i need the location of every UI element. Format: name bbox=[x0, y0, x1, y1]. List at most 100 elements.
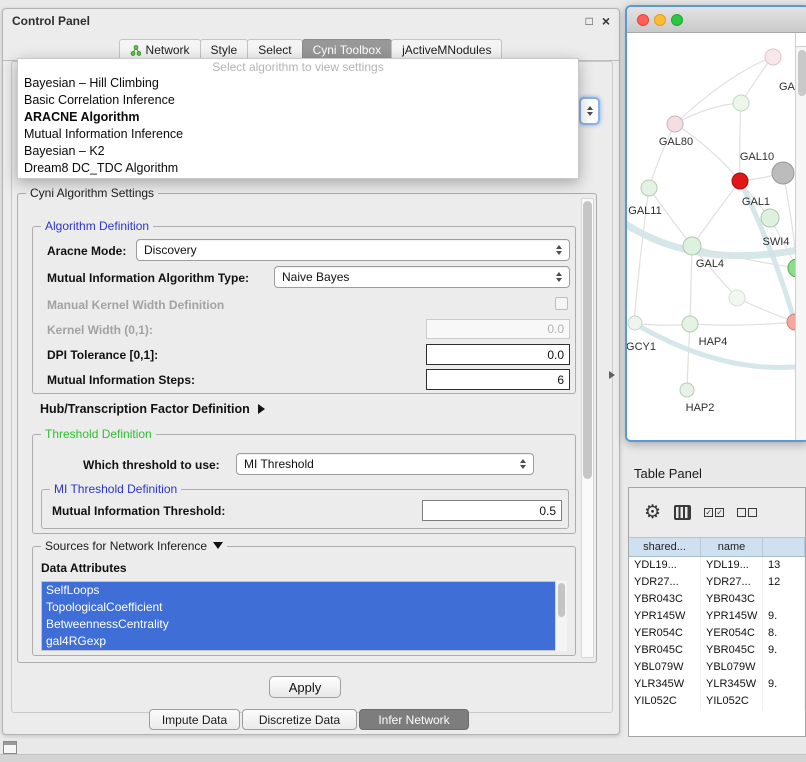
algorithm-option[interactable]: Bayesian – Hill Climbing bbox=[18, 75, 578, 92]
graph-node[interactable] bbox=[683, 237, 701, 255]
manual-kernel-width-checkbox[interactable] bbox=[555, 297, 568, 310]
algorithm-dropdown-placeholder: Select algorithm to view settings bbox=[18, 59, 578, 75]
zoom-traffic-light[interactable] bbox=[671, 14, 683, 26]
table-cell bbox=[763, 659, 805, 676]
which-threshold-label: Which threshold to use: bbox=[83, 458, 220, 472]
table-cell: YBR043C bbox=[701, 591, 763, 608]
algorithm-option[interactable]: Mutual Information Inference bbox=[18, 126, 578, 143]
select-all-columns-icon[interactable] bbox=[704, 508, 724, 517]
mi-algorithm-type-label: Mutual Information Algorithm Type: bbox=[47, 271, 249, 285]
tab-style[interactable]: Style bbox=[200, 39, 249, 60]
table-cell: YIL052C bbox=[701, 693, 763, 710]
graph-node-label: HAP2 bbox=[686, 402, 715, 414]
mi-threshold-field[interactable] bbox=[422, 500, 562, 521]
table-cell: YBL079W bbox=[629, 659, 701, 676]
columns-icon[interactable] bbox=[674, 505, 691, 520]
mi-algorithm-type-combobox[interactable]: Naive Bayes bbox=[274, 266, 570, 288]
settings-scrollbar-thumb[interactable] bbox=[583, 201, 592, 479]
network-view-window: GAL80GAL10GAL11GAL1SWI4GAL4GCY1HAP4HAP2G… bbox=[625, 5, 806, 442]
algorithm-option[interactable]: Dream8 DC_TDC Algorithm bbox=[18, 160, 578, 177]
minimize-traffic-light[interactable] bbox=[654, 14, 666, 26]
graph-node[interactable] bbox=[765, 49, 781, 65]
tab-cyni-toolbox[interactable]: Cyni Toolbox bbox=[302, 39, 392, 60]
float-window-icon[interactable]: □ bbox=[586, 15, 593, 27]
close-window-icon[interactable]: × bbox=[602, 15, 610, 27]
graph-node[interactable] bbox=[680, 383, 694, 397]
column-header-name[interactable]: name bbox=[701, 538, 763, 556]
restore-panel-icon[interactable] bbox=[3, 741, 17, 754]
table-row[interactable]: YDR27...YDR27...12 bbox=[629, 574, 805, 591]
gear-icon[interactable]: ⚙ bbox=[644, 503, 661, 522]
tab-label: jActiveMNodules bbox=[402, 43, 491, 57]
sources-group-toggle[interactable]: Sources for Network Inference bbox=[41, 539, 227, 553]
table-cell: YBL079W bbox=[701, 659, 763, 676]
tab-jactivemnodules[interactable]: jActiveMNodules bbox=[391, 39, 502, 60]
graph-node[interactable] bbox=[641, 180, 657, 196]
dpi-tolerance-field[interactable] bbox=[426, 344, 570, 365]
algorithm-definition-group: Algorithm Definition Aracne Mode: Discov… bbox=[32, 226, 576, 394]
mi-steps-label: Mutual Information Steps: bbox=[47, 373, 195, 387]
hub-section-label: Hub/Transcription Factor Definition bbox=[40, 402, 250, 416]
graph-node[interactable] bbox=[733, 95, 749, 111]
hub-section-toggle[interactable]: Hub/Transcription Factor Definition bbox=[40, 402, 265, 416]
table-cell: 13 bbox=[763, 557, 805, 574]
attribute-item[interactable]: SelfLoops bbox=[42, 582, 566, 599]
algorithm-option[interactable]: Bayesian – K2 bbox=[18, 143, 578, 160]
table-row[interactable]: YER054CYER054C8. bbox=[629, 625, 805, 642]
graph-node[interactable] bbox=[729, 290, 745, 306]
attribute-item[interactable]: BetweennessCentrality bbox=[42, 616, 566, 633]
table-row[interactable]: YPR145WYPR145W9. bbox=[629, 608, 805, 625]
mi-steps-field[interactable] bbox=[426, 369, 570, 390]
table-cell bbox=[763, 693, 805, 710]
kernel-width-field[interactable] bbox=[426, 319, 570, 339]
column-header-shared-name[interactable]: shared... bbox=[629, 538, 701, 556]
data-attributes-list: SelfLoopsTopologicalCoefficientBetweenne… bbox=[41, 581, 567, 651]
table-row[interactable]: YDL19...YDL19...13 bbox=[629, 557, 805, 574]
kernel-width-label: Kernel Width (0,1): bbox=[47, 323, 153, 337]
checked-box-icon bbox=[704, 508, 713, 517]
algorithm-option[interactable]: Basic Correlation Inference bbox=[18, 92, 578, 109]
apply-button[interactable]: Apply bbox=[269, 676, 341, 698]
table-cell: YPR145W bbox=[701, 608, 763, 625]
tab-impute-data[interactable]: Impute Data bbox=[149, 709, 240, 730]
algorithm-option[interactable]: ARACNE Algorithm bbox=[18, 109, 578, 126]
attributes-scrollbar-thumb[interactable] bbox=[558, 583, 565, 617]
table-row[interactable]: YBR043CYBR043C bbox=[629, 591, 805, 608]
algorithm-option-list: Bayesian – Hill ClimbingBasic Correlatio… bbox=[18, 75, 578, 177]
tab-discretize-data[interactable]: Discretize Data bbox=[242, 709, 357, 730]
table-row[interactable]: YBR045CYBR045C9. bbox=[629, 642, 805, 659]
scrollbar-button[interactable] bbox=[796, 33, 806, 47]
tab-select[interactable]: Select bbox=[247, 39, 302, 60]
graph-node[interactable] bbox=[761, 209, 779, 227]
table-row[interactable]: YLR345WYLR345W9. bbox=[629, 676, 805, 693]
network-scrollbar-thumb[interactable] bbox=[798, 50, 806, 96]
graph-node[interactable] bbox=[667, 116, 683, 132]
graph-node[interactable] bbox=[682, 316, 698, 332]
graph-node[interactable] bbox=[732, 173, 748, 189]
splitpane-collapse-arrow[interactable] bbox=[609, 371, 615, 379]
tab-network[interactable]: Network bbox=[119, 39, 201, 60]
graph-node[interactable] bbox=[628, 316, 642, 330]
table-row[interactable]: YBL079WYBL079W bbox=[629, 659, 805, 676]
table-cell: YBR043C bbox=[629, 591, 701, 608]
close-traffic-light[interactable] bbox=[637, 14, 649, 26]
graph-node-label: GCY1 bbox=[627, 341, 656, 353]
which-threshold-combobox[interactable]: MI Threshold bbox=[236, 453, 534, 475]
network-graph: GAL80GAL10GAL11GAL1SWI4GAL4GCY1HAP4HAP2G… bbox=[627, 33, 806, 440]
tab-label: Network bbox=[146, 43, 190, 57]
mi-threshold-group-title: MI Threshold Definition bbox=[50, 482, 181, 496]
graph-node[interactable] bbox=[772, 162, 794, 184]
bottom-tab-label: Discretize Data bbox=[259, 713, 340, 727]
settings-group-title: Cyni Algorithm Settings bbox=[26, 186, 158, 200]
table-cell: 8. bbox=[763, 625, 805, 642]
table-row[interactable]: YIL052CYIL052C bbox=[629, 693, 805, 710]
tab-infer-network[interactable]: Infer Network bbox=[359, 709, 469, 730]
network-canvas[interactable]: GAL80GAL10GAL11GAL1SWI4GAL4GCY1HAP4HAP2G… bbox=[627, 33, 806, 440]
aracne-mode-combobox[interactable]: Discovery bbox=[136, 239, 570, 261]
deselect-all-columns-icon[interactable] bbox=[737, 508, 757, 517]
column-header-partial[interactable] bbox=[763, 538, 805, 556]
algorithm-combobox-fragment[interactable] bbox=[579, 97, 600, 125]
attribute-item[interactable]: gal4RGexp bbox=[42, 633, 566, 650]
attribute-item[interactable]: TopologicalCoefficient bbox=[42, 599, 566, 616]
checked-box-icon bbox=[715, 508, 724, 517]
